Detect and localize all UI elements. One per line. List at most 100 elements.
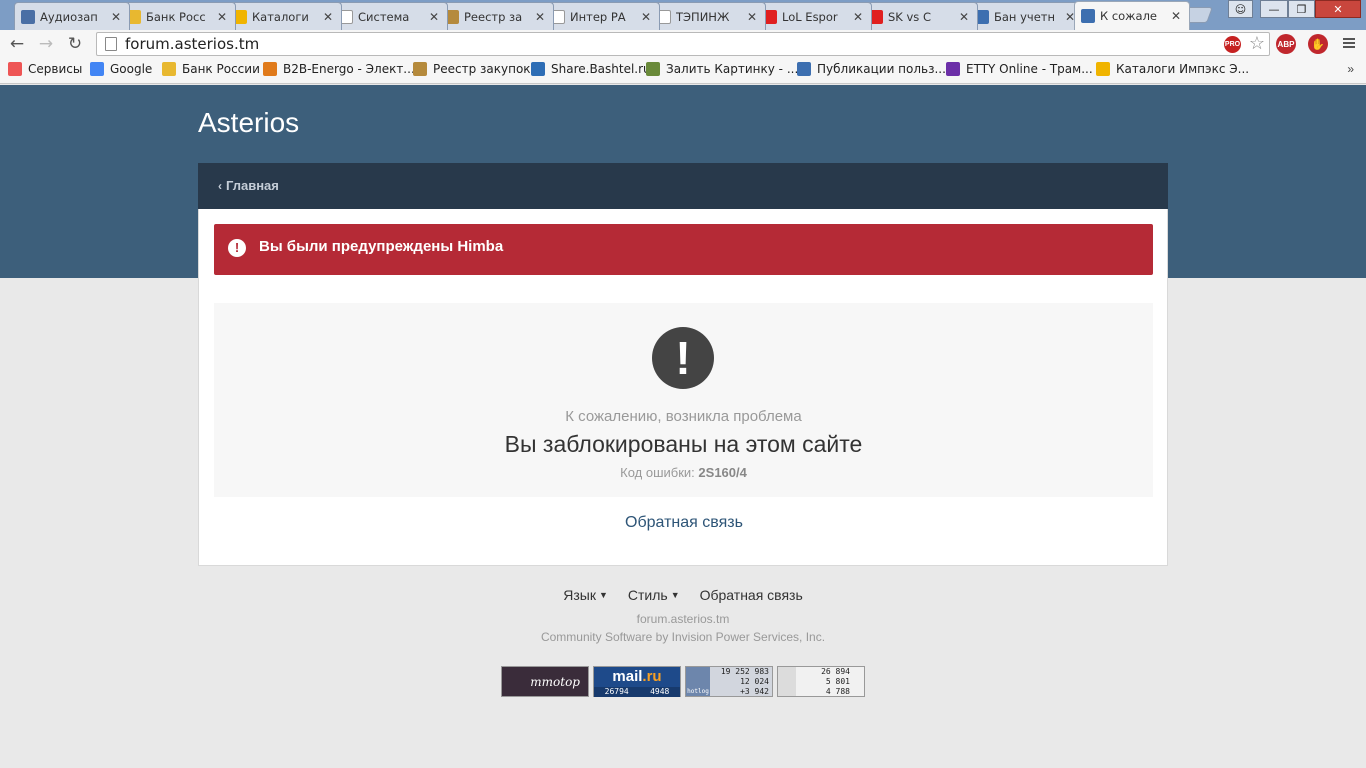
bookmark-label: Залить Картинку - ... xyxy=(666,62,799,76)
tab-10[interactable]: Бан учетн ✕ xyxy=(968,2,1084,30)
stop-extension-icon[interactable]: ✋ xyxy=(1308,34,1328,54)
browser-menu-icon[interactable] xyxy=(1341,35,1357,51)
user-icon[interactable]: ☺ xyxy=(1228,0,1253,18)
language-label: Язык xyxy=(563,587,596,603)
bookmark-label: ETTY Online - Трам... xyxy=(966,62,1093,76)
tab-2[interactable]: Банк Росс ✕ xyxy=(120,2,236,30)
bookmark-item[interactable]: Share.Bashtel.ru xyxy=(531,62,651,76)
breadcrumb-home-link[interactable]: ‹ Главная xyxy=(218,178,279,193)
apps-grid-icon xyxy=(8,62,22,76)
footer-links: Язык ▼ Стиль ▼ Обратная связь xyxy=(0,587,1366,603)
tab-7[interactable]: ТЭПИНЖ ✕ xyxy=(650,2,766,30)
bookmark-item[interactable]: Залить Картинку - ... xyxy=(646,62,798,76)
forward-button[interactable]: → xyxy=(35,33,57,55)
feedback-link[interactable]: Обратная связь xyxy=(199,514,1169,532)
caret-down-icon: ▼ xyxy=(598,590,608,600)
site-title[interactable]: Asterios xyxy=(198,107,299,139)
pro-extension-icon[interactable]: PRO xyxy=(1224,36,1241,53)
chevron-left-icon: ‹ xyxy=(218,178,222,193)
adblock-icon[interactable]: ABP xyxy=(1276,34,1296,54)
mmotop-counter[interactable]: mmotop xyxy=(501,666,589,697)
tab-1[interactable]: Аудиозап ✕ xyxy=(14,2,130,30)
close-icon[interactable]: ✕ xyxy=(745,10,759,24)
error-title: Вы заблокированы на этом сайте xyxy=(504,431,863,457)
language-menu[interactable]: Язык ▼ xyxy=(563,587,608,603)
hotlog-value-1: 19 252 983 xyxy=(720,667,769,676)
breadcrumb: ‹ Главная xyxy=(198,163,1168,209)
bookmark-item[interactable]: B2B-Energo - Элект... xyxy=(263,62,415,76)
warning-text: Вы были предупреждены Himba xyxy=(259,238,504,255)
tab-11[interactable]: К сожале ✕ xyxy=(1074,1,1190,30)
tab-title: Реестр за xyxy=(464,9,523,24)
footer-credit-link[interactable]: Community Software by Invision Power Ser… xyxy=(0,630,1366,644)
close-icon[interactable]: ✕ xyxy=(851,10,865,24)
back-button[interactable]: ← xyxy=(6,33,28,55)
close-icon[interactable]: ✕ xyxy=(109,10,123,24)
url-text[interactable]: forum.asterios.tm xyxy=(125,35,259,53)
google-icon xyxy=(90,62,104,76)
tab-8[interactable]: LoL Espor ✕ xyxy=(756,2,872,30)
mailru-value-2: 4948 xyxy=(650,687,670,696)
address-bar[interactable]: forum.asterios.tm PRO ☆ xyxy=(96,32,1270,56)
hotlog-value-2: 12 024 xyxy=(740,677,769,686)
bookmark-item[interactable]: Google xyxy=(90,62,152,76)
bookmark-label: Каталоги Импэкс Э... xyxy=(1116,62,1250,76)
error-exclamation-icon: ! xyxy=(652,327,714,389)
tab-4[interactable]: Система ✕ xyxy=(332,2,448,30)
close-icon[interactable]: ✕ xyxy=(957,10,971,24)
close-icon[interactable]: ✕ xyxy=(1169,9,1183,23)
error-code-label: Код ошибки: xyxy=(620,465,695,480)
style-menu[interactable]: Стиль ▼ xyxy=(628,587,680,603)
liveinternet-value-3: 4 788 xyxy=(825,687,850,696)
close-icon[interactable]: ✕ xyxy=(215,10,229,24)
page-icon xyxy=(105,37,117,51)
more-bookmarks-icon[interactable]: » xyxy=(1347,62,1354,76)
hotlog-value-3: +3 942 xyxy=(740,687,769,696)
bookmark-item[interactable]: Реестр закупок xyxy=(413,62,531,76)
close-icon[interactable]: ✕ xyxy=(639,10,653,24)
error-code: Код ошибки: 2S160/4 xyxy=(214,465,1153,480)
bookmark-label: Google xyxy=(110,62,153,76)
mailru-counter[interactable]: mail.ru 26794 4948 xyxy=(593,666,681,697)
mailru-logo-b: .ru xyxy=(642,668,662,685)
reload-button[interactable]: ↻ xyxy=(64,33,86,55)
tab-title: Аудиозап xyxy=(40,9,98,24)
maximize-button[interactable]: ❐ xyxy=(1288,0,1315,18)
vk-check-icon xyxy=(1081,9,1095,23)
bookmark-item[interactable]: ETTY Online - Трам... xyxy=(946,62,1093,76)
page-content: Asterios ‹ Главная ! Вы были предупрежде… xyxy=(0,85,1366,768)
liveinternet-value-2: 5 801 xyxy=(825,677,850,686)
minimize-button[interactable]: — xyxy=(1260,0,1288,18)
tab-title: Каталоги xyxy=(252,9,309,24)
bank-russia-icon xyxy=(162,62,176,76)
liveinternet-counter[interactable]: 26 894 5 801 4 788 xyxy=(777,666,865,697)
liveinternet-logo xyxy=(778,667,796,696)
bookmark-star-icon[interactable]: ☆ xyxy=(1249,33,1265,54)
close-icon[interactable]: ✕ xyxy=(533,10,547,24)
mailru-logo: mail.ru xyxy=(594,667,680,687)
mailru-value-1: 26794 xyxy=(604,687,629,696)
vk-check-icon xyxy=(797,62,811,76)
image-icon xyxy=(646,62,660,76)
close-icon[interactable]: ✕ xyxy=(427,10,441,24)
window-close-button[interactable]: ✕ xyxy=(1315,0,1361,18)
footer-feedback-link[interactable]: Обратная связь xyxy=(700,587,803,603)
tab-9[interactable]: SK vs C ✕ xyxy=(862,2,978,30)
bookmark-label: Реестр закупок xyxy=(433,62,531,76)
bookmark-item[interactable]: Сервисы xyxy=(8,62,82,76)
tab-3[interactable]: Каталоги ✕ xyxy=(226,2,342,30)
tab-title: Банк Росс xyxy=(146,9,206,24)
hotlog-counter[interactable]: hotlog 19 252 983 12 024 +3 942 xyxy=(685,666,773,697)
bookmark-item[interactable]: Публикации польз... xyxy=(797,62,946,76)
tab-title: Система xyxy=(358,9,410,24)
caret-down-icon: ▼ xyxy=(670,590,680,600)
bookmark-item[interactable]: Каталоги Импэкс Э... xyxy=(1096,62,1249,76)
tab-6[interactable]: Интер РА ✕ xyxy=(544,2,660,30)
tab-5[interactable]: Реестр за ✕ xyxy=(438,2,554,30)
pause-icon xyxy=(21,9,35,24)
tab-title: ТЭПИНЖ xyxy=(676,9,730,24)
breadcrumb-label: Главная xyxy=(226,178,279,193)
close-icon[interactable]: ✕ xyxy=(321,10,335,24)
bookmark-label: Публикации польз... xyxy=(817,62,946,76)
bookmark-item[interactable]: Банк России xyxy=(162,62,260,76)
